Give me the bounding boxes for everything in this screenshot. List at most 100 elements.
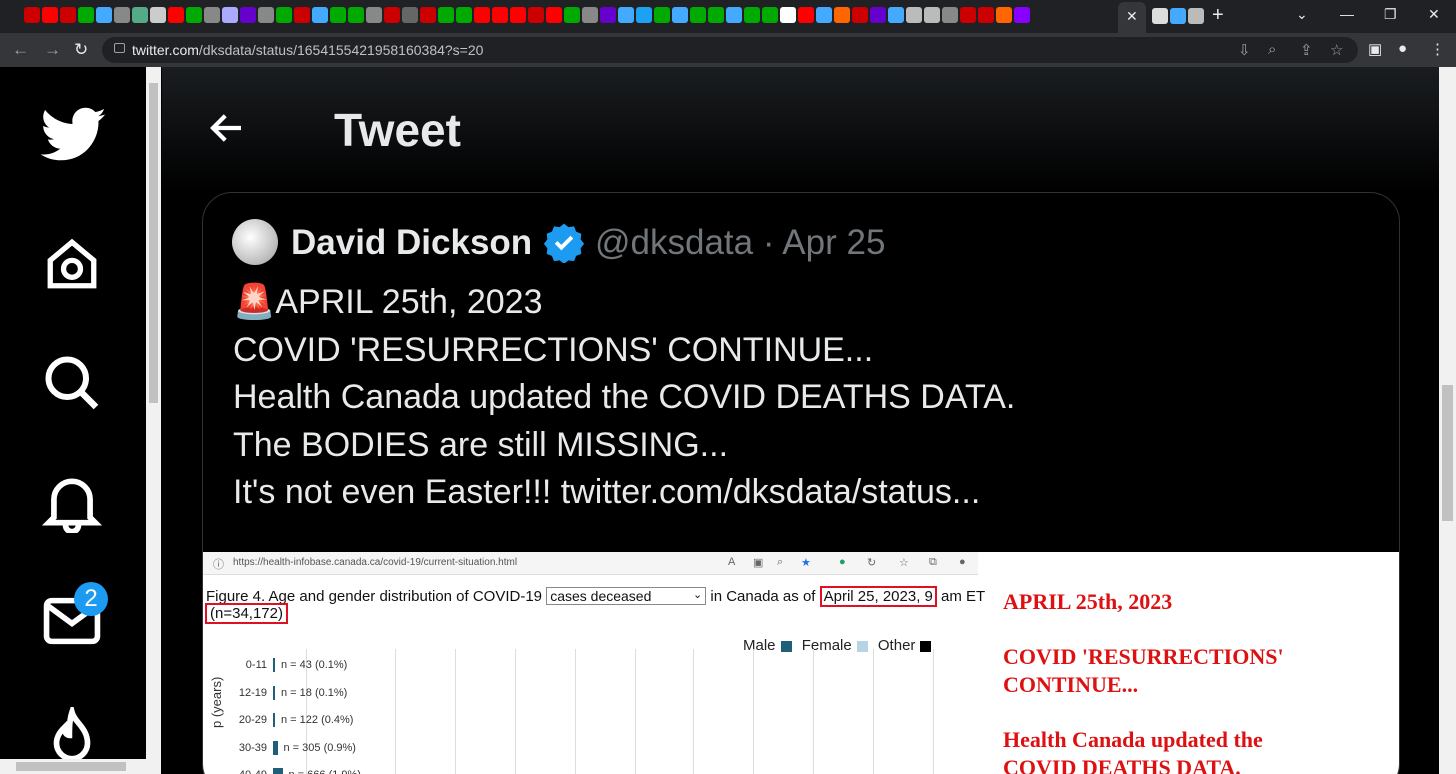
tab-favicon[interactable] [42,7,58,23]
right-scrollbar-thumb[interactable] [1442,385,1453,521]
tab-favicon[interactable] [114,7,130,23]
avatar[interactable] [232,219,278,265]
tweet-line[interactable]: It's not even Easter!!! twitter.com/dksd… [233,469,1015,517]
tab-favicon[interactable] [762,7,778,23]
tab-favicon[interactable] [240,7,256,23]
tab-favicon[interactable] [222,7,238,23]
tweet-media-image[interactable]: ⓘ https://health-infobase.canada.ca/covi… [203,552,1399,774]
tab-favicon[interactable] [1170,8,1186,24]
tab-favicon[interactable] [60,7,76,23]
tab-favicon[interactable] [834,7,850,23]
tab-favicon[interactable] [186,7,202,23]
tab-favicon[interactable] [636,7,652,23]
author-name[interactable]: David Dickson [291,223,532,263]
tab-favicon[interactable] [132,7,148,23]
tab-favicon[interactable] [672,7,688,23]
notifications-bell-icon[interactable] [41,471,103,533]
tab-close-icon[interactable]: ✕ [1126,8,1138,25]
tab-favicon[interactable] [942,7,958,23]
share-icon[interactable]: ⇪ [1300,41,1313,59]
embedded-zoom-icon: ⌕ [777,556,784,568]
window-close-icon[interactable]: ✕ [1428,6,1440,23]
bookmark-star-icon[interactable]: ☆ [1330,41,1343,59]
profile-icon[interactable]: ● [1398,40,1407,57]
back-arrow-icon[interactable] [206,107,248,149]
lock-icon [114,43,125,53]
tab-favicon[interactable] [996,7,1012,23]
tab-favicon[interactable] [816,7,832,23]
tab-favicon[interactable] [654,7,670,23]
tab-favicon[interactable] [744,7,760,23]
tab-favicon[interactable] [546,7,562,23]
overlay-text-line: COVID DEATHS DATA. [1003,755,1241,774]
tab-favicon[interactable] [402,7,418,23]
tab-favicon[interactable] [438,7,454,23]
tab-favicon[interactable] [978,7,994,23]
tab-favicon[interactable] [330,7,346,23]
zoom-icon[interactable]: ⌕ [1268,41,1276,58]
tab-favicon[interactable] [726,7,742,23]
tab-favicon[interactable] [888,7,904,23]
tab-favicon[interactable] [276,7,292,23]
horizontal-scrollbar-thumb[interactable] [16,762,126,771]
tab-favicon[interactable] [1188,8,1204,24]
tab-favicon[interactable] [1152,8,1168,24]
tab-favicon[interactable] [96,7,112,23]
tab-favicon[interactable] [960,7,976,23]
tab-favicon[interactable] [564,7,580,23]
address-bar[interactable]: twitter.com/dksdata/status/1654155421958… [102,37,1358,63]
left-scrollbar-thumb[interactable] [149,83,158,403]
reload-icon[interactable]: ↻ [74,40,88,60]
tab-favicon[interactable] [312,7,328,23]
tab-favicon[interactable] [294,7,310,23]
forward-arrow-icon[interactable]: → [44,40,61,60]
tab-favicon[interactable] [150,7,166,23]
search-icon[interactable] [41,352,101,412]
menu-icon[interactable]: ⋮ [1430,40,1445,58]
tab-search-chevron-icon[interactable]: ⌄ [1296,6,1308,23]
author-handle-date[interactable]: @dksdata · Apr 25 [595,223,885,263]
tab-favicon[interactable] [582,7,598,23]
minimize-icon[interactable]: — [1340,6,1354,22]
tab-favicon[interactable] [492,7,508,23]
tab-favicon[interactable] [420,7,436,23]
tab-favicon[interactable] [366,7,382,23]
age-group-label: 20-29 [238,714,267,726]
gridline [635,649,636,774]
tab-favicon[interactable] [924,7,940,23]
tab-favicon[interactable] [780,7,796,23]
tab-favicon[interactable] [708,7,724,23]
male-bar [273,768,283,774]
male-bar [273,685,275,700]
new-tab-icon[interactable]: + [1212,4,1224,27]
home-icon[interactable] [41,235,103,293]
twitter-bird-icon[interactable] [41,107,107,163]
tab-favicon[interactable] [528,7,544,23]
tab-favicon[interactable] [456,7,472,23]
quoted-tweet-card[interactable]: David Dickson @dksdata · Apr 25 🚨APRIL 2… [202,192,1400,774]
tab-favicon[interactable] [384,7,400,23]
tab-favicon[interactable] [474,7,490,23]
tab-favicon[interactable] [870,7,886,23]
side-panel-icon[interactable]: ▣ [1368,40,1382,58]
install-app-icon[interactable]: ⇩ [1238,41,1251,59]
restore-icon[interactable]: ❐ [1384,6,1397,23]
tab-favicon[interactable] [24,7,40,23]
tab-favicon[interactable] [690,7,706,23]
tab-favicon[interactable] [600,7,616,23]
back-arrow-icon[interactable]: ← [12,40,29,60]
tab-favicon[interactable] [78,7,94,23]
tab-favicon[interactable] [204,7,220,23]
tab-favicon[interactable] [1014,7,1030,23]
tab-favicon[interactable] [618,7,634,23]
embedded-url: https://health-infobase.canada.ca/covid-… [233,557,518,568]
tab-favicon[interactable] [258,7,274,23]
tab-favicons[interactable] [24,7,1030,23]
tab-favicon[interactable] [798,7,814,23]
embedded-refresh-icon: ↻ [867,557,877,569]
tab-favicon[interactable] [852,7,868,23]
tab-favicon[interactable] [906,7,922,23]
tab-favicon[interactable] [168,7,184,23]
tab-favicon[interactable] [348,7,364,23]
tab-favicon[interactable] [510,7,526,23]
